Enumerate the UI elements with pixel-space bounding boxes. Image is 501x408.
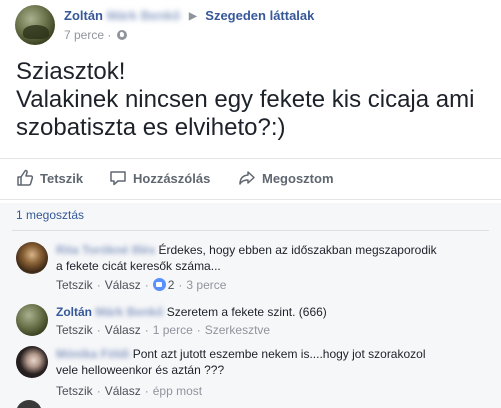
post-header: Zoltán Márk Benkő ▶ Szegeden láttalak 7 … [15,5,495,45]
divider [0,199,501,200]
comment-like-link[interactable]: Tetszik [56,323,93,337]
post-meta: 7 perce · [64,28,127,42]
meta-separator: · [107,28,115,42]
comments-divider [12,230,489,231]
group-name-link[interactable]: Szegeden láttalak [205,8,314,23]
comment-text: a fekete cicát keresők száma... [56,259,221,273]
comment-actions: Tetszik · Válasz · épp most [56,384,203,398]
like-reaction-icon[interactable] [152,278,166,291]
divider [0,158,501,159]
comment-actions: Tetszik · Válasz · 1 perce · Szerkesztve [56,323,271,337]
comment-bubble-icon [110,171,126,186]
shares-count-link[interactable]: 1 megosztás [16,208,84,222]
globe-icon[interactable] [116,30,127,40]
avatar[interactable] [16,304,48,336]
comment-like-link[interactable]: Tetszik [56,384,93,398]
post-text-line: Valakinek nincsen egy fekete kis cicaja … [16,86,475,113]
comment-reply-link[interactable]: Válasz [105,323,141,337]
author-name[interactable]: Zoltán [64,8,103,23]
reaction-count[interactable]: 2 [168,278,175,292]
comment-text: Szeretem a fekete szint. (666) [166,305,327,319]
author-avatar[interactable] [15,5,55,45]
avatar[interactable] [16,242,48,274]
arrow-right-icon: ▶ [188,11,197,22]
comment-text: vele helloweenkor és aztán ??? [56,363,225,377]
share-label: Megosztom [262,171,334,186]
comment-body: Mónika Földi Pont azt jutott eszembe nek… [56,346,488,378]
avatar[interactable] [16,346,48,378]
comment-label: Hozzászólás [133,171,211,186]
post-timestamp[interactable]: 7 perce [64,28,104,42]
comment-author[interactable]: Zoltán [56,305,92,319]
action-bar: Tetszik Hozzászólás Megosztom [0,160,501,198]
author-name-hidden[interactable]: Márk Benkő [107,8,181,23]
edited-label[interactable]: Szerkesztve [205,323,270,337]
share-arrow-icon [239,171,255,185]
comment-timestamp[interactable]: 3 perce [186,278,226,292]
post-body: Sziasztok! Valakinek nincsen egy fekete … [16,58,486,142]
like-label: Tetszik [40,171,84,186]
comment-author[interactable]: Mónika Földi [56,347,129,361]
comment-timestamp[interactable]: 1 perce [153,323,193,337]
comment-author-hidden[interactable]: Márk Benkő [95,305,163,319]
post-card: Zoltán Márk Benkő ▶ Szegeden láttalak 7 … [0,0,501,408]
comment-body: Zoltán Márk Benkő Szeretem a fekete szin… [56,304,488,320]
post-text-line: Sziasztok! [16,58,126,85]
comment-reply-link[interactable]: Válasz [105,384,141,398]
comment-reply-link[interactable]: Válasz [105,278,141,292]
thumbs-up-icon [17,169,34,186]
comment-text: Érdekes, hogy ebben az időszakban megsza… [158,243,437,257]
post-text-line: szobatiszta es elviheto?:) [16,114,286,141]
comment-author[interactable]: Rita Torókné Illés [56,243,155,257]
comment-body: Rita Torókné Illés Érdekes, hogy ebben a… [56,242,488,274]
comment-like-link[interactable]: Tetszik [56,278,93,292]
comment-timestamp[interactable]: épp most [153,384,202,398]
comment-text: Pont azt jutott eszembe nekem is....hogy… [132,347,426,361]
author-line: Zoltán Márk Benkő ▶ Szegeden láttalak [64,8,314,23]
comment-actions: Tetszik · Válasz · 2 · 3 perce [56,278,227,292]
